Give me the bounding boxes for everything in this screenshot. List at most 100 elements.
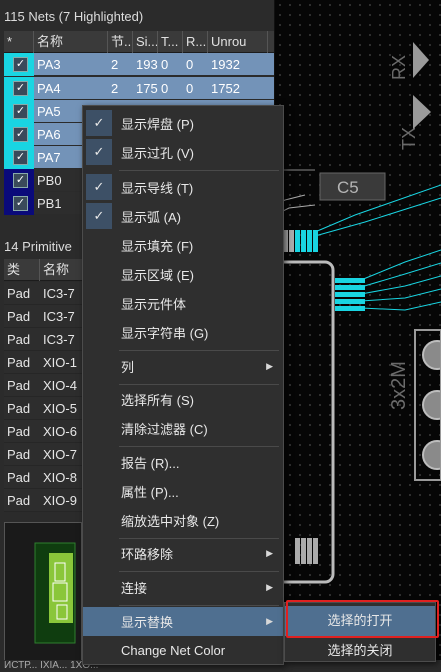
menu-item-show-strings[interactable]: 显示字符串 (G) [83,318,283,347]
net-t: 0 [161,81,169,96]
pcb-label-3x2m: 3x2M [388,361,410,410]
menu-item-label: 显示字符串 (G) [121,326,209,341]
net-visible-checkbox[interactable]: ✓ [13,104,28,119]
menu-item-select-all[interactable]: 选择所有 (S) [83,385,283,414]
net-row[interactable]: ✓ PA3 2 193 0 0 1932 [4,53,274,76]
net-visible-checkbox[interactable]: ✓ [13,81,28,96]
net-color-cell: ✓ [4,77,34,100]
menu-item-label: 缩放选中对象 (Z) [121,514,220,529]
submenu-arrow-icon: ▶ [266,582,273,592]
check-icon: ✓ [86,174,112,200]
menu-item-properties[interactable]: 属性 (P)... [83,477,283,506]
prim-type: Pad [7,378,31,393]
col-t[interactable]: T... [158,31,183,53]
pcb-graphics: C5 TX RX 3x2M [275,42,441,584]
net-nodes: 2 [111,81,119,96]
board-preview-graphics [34,542,76,644]
col-nodes[interactable]: 节... [108,31,133,53]
menu-separator [119,446,279,447]
col-r[interactable]: R... [183,31,208,53]
prim-type: Pad [7,286,31,301]
prim-type: Pad [7,401,31,416]
net-visible-checkbox[interactable]: ✓ [13,173,28,188]
col-signal[interactable]: Si... [133,31,158,53]
net-r: 0 [186,57,194,72]
net-color-cell: ✓ [4,100,34,123]
board-preview[interactable] [4,522,82,662]
net-unrouted: 1752 [211,81,240,96]
primitives-section-title: 14 Primitive [4,239,72,254]
menu-item-label: 属性 (P)... [121,485,179,500]
menu-item-label: Change Net Color [121,643,226,658]
net-color-cell: ✓ [4,123,34,146]
menu-item-connections[interactable]: 连接 ▶ [83,573,283,602]
net-visible-checkbox[interactable]: ✓ [13,196,28,211]
menu-item-clear-filter[interactable]: 清除过滤器 (C) [83,414,283,443]
net-visible-checkbox[interactable]: ✓ [13,150,28,165]
menu-item-label: 显示焊盘 (P) [121,117,194,132]
menu-item-show-regions[interactable]: 显示区域 (E) [83,260,283,289]
submenu-arrow-icon: ▶ [266,361,273,371]
menu-separator [119,170,279,171]
net-nodes: 2 [111,57,119,72]
prim-type: Pad [7,332,31,347]
context-menu: ✓ 显示焊盘 (P) ✓ 显示过孔 (V) ✓ 显示导线 (T) ✓ 显示弧 (… [82,105,284,665]
col-name[interactable]: 名称 [34,31,108,53]
menu-item-label: 显示填充 (F) [121,239,194,254]
menu-item-label: 列 [121,360,135,375]
net-unrouted: 1932 [211,57,240,72]
col-type[interactable]: 类 [4,259,40,281]
nets-section-title: 115 Nets (7 Highlighted) [4,9,144,24]
pcb-label-tx: TX [399,127,419,150]
net-signal: 175 [136,81,158,96]
pcb-canvas[interactable]: C5 TX RX 3x2M [275,0,441,672]
menu-item-show-bodies[interactable]: 显示元件体 [83,289,283,318]
menu-item-label: 显示导线 (T) [121,181,194,196]
col-unrouted[interactable]: Unrou [208,31,268,53]
pcb-label-rx: RX [389,55,409,80]
net-visible-checkbox[interactable]: ✓ [13,127,28,142]
pcb-label-c5: C5 [337,178,359,197]
menu-item-zoom-selected[interactable]: 缩放选中对象 (Z) [83,506,283,535]
menu-item-show-tracks[interactable]: ✓ 显示导线 (T) [83,173,283,202]
submenu-arrow-icon: ▶ [266,616,273,626]
check-icon: ✓ [86,203,112,229]
menu-item-show-fills[interactable]: 显示填充 (F) [83,231,283,260]
menu-item-show-override[interactable]: 显示替换 ▶ [83,607,283,636]
menu-item-label: 显示过孔 (V) [121,146,194,161]
check-icon: ✓ [86,110,112,136]
menu-item-show-pads[interactable]: ✓ 显示焊盘 (P) [83,109,283,138]
menu-item-label: 选择所有 (S) [121,393,194,408]
net-color-cell: ✓ [4,192,34,215]
menu-item-label: 显示弧 (A) [121,210,181,225]
net-visible-checkbox[interactable]: ✓ [13,57,28,72]
menu-item-label: 显示替换 [121,615,174,630]
submenu-item-selected-off[interactable]: 选择的关闭 [285,636,435,666]
menu-item-columns[interactable]: 列 ▶ [83,352,283,381]
nets-table-header: * 名称 节... Si... T... R... Unrou [4,31,274,53]
menu-item-label: 显示区域 (E) [121,268,194,283]
highlight-annotation-box [286,600,439,638]
col-star[interactable]: * [4,31,34,53]
prim-type: Pad [7,470,31,485]
menu-item-label: 显示元件体 [121,297,187,312]
menu-item-loop-removal[interactable]: 环路移除 ▶ [83,539,283,568]
net-t: 0 [161,57,169,72]
menu-item-show-vias[interactable]: ✓ 显示过孔 (V) [83,138,283,167]
menu-separator [119,350,279,351]
net-name: PA4 [37,81,61,96]
menu-item-show-arcs[interactable]: ✓ 显示弧 (A) [83,202,283,231]
check-icon: ✓ [86,139,112,165]
submenu-arrow-icon: ▶ [266,548,273,558]
net-color-cell: ✓ [4,169,34,192]
net-row[interactable]: ✓ PA4 2 175 0 0 1752 [4,77,274,100]
prim-type: Pad [7,355,31,370]
prim-type: Pad [7,447,31,462]
menu-item-report[interactable]: 报告 (R)... [83,448,283,477]
menu-item-change-net-color[interactable]: Change Net Color [83,636,283,665]
net-signal: 193 [136,57,158,72]
net-color-cell: ✓ [4,53,34,76]
menu-separator [119,571,279,572]
prim-type: Pad [7,493,31,508]
menu-separator [119,605,279,606]
